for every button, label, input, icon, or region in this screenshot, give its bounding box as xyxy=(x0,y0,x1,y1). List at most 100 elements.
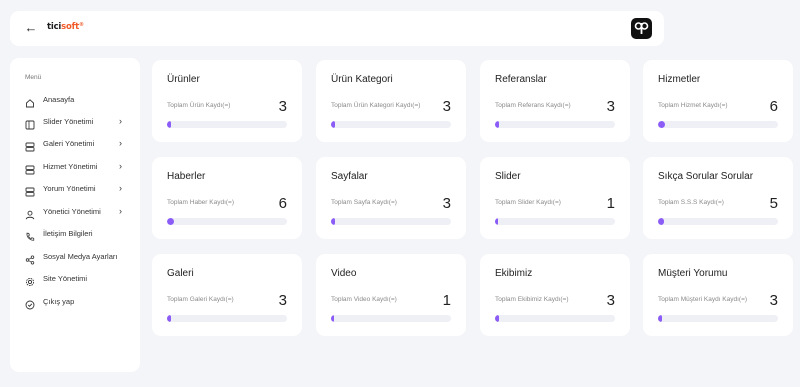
chevron-right-icon: › xyxy=(119,116,122,126)
card-subtitle: Toplam Slider Kaydı(=) xyxy=(495,199,561,206)
card-count: 1 xyxy=(606,195,615,212)
chevron-right-icon: › xyxy=(119,206,122,216)
sidebar-item-4[interactable]: Hizmet Yönetimi › xyxy=(10,159,140,175)
stat-card[interactable]: Slider Toplam Slider Kaydı(=) 1 xyxy=(480,157,630,239)
sidebar-item-10[interactable]: Çıkış yap xyxy=(10,294,140,310)
stat-card[interactable]: Video Toplam Video Kaydı(=) 1 xyxy=(316,254,466,336)
logo-registered-mark: ® xyxy=(79,22,84,28)
sidebar-item-label: Sosyal Medya Ayarları xyxy=(43,252,118,261)
sidebar: Menü Anasayfa Slider Yönetimi › Galeri Yöne… xyxy=(10,58,140,372)
card-count: 6 xyxy=(278,195,287,212)
sidebar-item-label: Yönetici Yönetimi xyxy=(43,207,101,216)
chevron-right-icon: › xyxy=(119,138,122,148)
home-icon xyxy=(25,95,35,108)
user-icon xyxy=(25,207,35,220)
progress-track xyxy=(658,218,778,225)
logo-text-part2: soft xyxy=(61,22,80,32)
progress-fill xyxy=(495,218,498,225)
card-count: 3 xyxy=(606,98,615,115)
progress-fill xyxy=(167,121,171,128)
card-title: Galeri xyxy=(167,268,194,279)
stat-card[interactable]: Hizmetler Toplam Hizmet Kaydı(=) 6 xyxy=(643,60,793,142)
card-count: 6 xyxy=(769,98,778,115)
sidebar-item-label: Anasayfa xyxy=(43,95,75,104)
card-title: Hizmetler xyxy=(658,74,701,85)
stat-card[interactable]: Sıkça Sorular Sorular Toplam S.S.S Kaydı(… xyxy=(643,157,793,239)
sidebar-item-label: Galeri Yönetimi xyxy=(43,139,95,148)
progress-track xyxy=(167,315,287,322)
card-title: Sıkça Sorular Sorular xyxy=(658,171,754,182)
card-count: 3 xyxy=(442,195,451,212)
stat-card[interactable]: Sayfalar Toplam Sayfa Kaydı(=) 3 xyxy=(316,157,466,239)
stat-card[interactable]: Galeri Toplam Galeri Kaydı(=) 3 xyxy=(152,254,302,336)
progress-track xyxy=(495,121,615,128)
progress-fill xyxy=(495,121,499,128)
gear-icon xyxy=(25,274,35,287)
sidebar-item-label: İletişim Bilgileri xyxy=(43,229,93,238)
progress-fill xyxy=(331,315,334,322)
card-title: Ürün Kategori xyxy=(331,74,393,85)
progress-fill xyxy=(167,315,171,322)
sidebar-item-8[interactable]: Sosyal Medya Ayarları xyxy=(10,249,140,265)
card-subtitle: Toplam Sayfa Kaydı(=) xyxy=(331,199,397,206)
top-bar: ← ticisoft® xyxy=(10,11,664,46)
stat-card[interactable]: Ürünler Toplam Ürün Kaydı(=) 3 xyxy=(152,60,302,142)
progress-track xyxy=(331,218,451,225)
progress-track xyxy=(167,121,287,128)
card-title: Slider xyxy=(495,171,521,182)
card-count: 3 xyxy=(606,292,615,309)
progress-fill xyxy=(658,218,664,225)
stat-card[interactable]: Haberler Toplam Haber Kaydı(=) 6 xyxy=(152,157,302,239)
card-subtitle: Toplam S.S.S Kaydı(=) xyxy=(658,199,724,206)
card-subtitle: Toplam Galeri Kaydı(=) xyxy=(167,296,234,303)
card-subtitle: Toplam Hizmet Kaydı(=) xyxy=(658,102,728,109)
sidebar-item-2[interactable]: Slider Yönetimi › xyxy=(10,114,140,130)
logo-text-part1: tici xyxy=(47,22,62,32)
card-count: 3 xyxy=(278,292,287,309)
sidebar-item-1[interactable]: Anasayfa xyxy=(10,92,140,108)
progress-track xyxy=(658,121,778,128)
back-arrow-icon[interactable]: ← xyxy=(22,19,40,37)
sidebar-item-6[interactable]: Yönetici Yönetimi › xyxy=(10,204,140,220)
card-title: Video xyxy=(331,268,357,279)
card-count: 1 xyxy=(442,292,451,309)
card-subtitle: Toplam Ekibimiz Kaydı(=) xyxy=(495,296,569,303)
progress-fill xyxy=(495,315,499,322)
progress-fill xyxy=(331,218,335,225)
card-subtitle: Toplam Video Kaydı(=) xyxy=(331,296,397,303)
progress-track xyxy=(658,315,778,322)
progress-fill xyxy=(658,121,666,128)
card-count: 3 xyxy=(278,98,287,115)
share-icon xyxy=(25,252,35,265)
comment-icon xyxy=(25,184,35,197)
ticisoft-logo[interactable]: ticisoft® xyxy=(47,22,84,32)
phone-icon xyxy=(25,229,35,241)
gallery-icon xyxy=(25,139,35,152)
progress-track xyxy=(495,315,615,322)
sidebar-item-label: Slider Yönetimi xyxy=(43,117,94,126)
card-count: 3 xyxy=(442,98,451,115)
card-title: Ürünler xyxy=(167,74,200,85)
sidebar-item-5[interactable]: Yorum Yönetimi › xyxy=(10,181,140,197)
stat-card[interactable]: Müşteri Yorumu Toplam Müşteri Kaydı Kaydı… xyxy=(643,254,793,336)
stat-card[interactable]: Ürün Kategori Toplam Ürün Kategori Kaydı(… xyxy=(316,60,466,142)
card-title: Sayfalar xyxy=(331,171,368,182)
card-subtitle: Toplam Ürün Kaydı(=) xyxy=(167,102,231,109)
sidebar-item-9[interactable]: Site Yönetimi xyxy=(10,271,140,287)
sidebar-item-7[interactable]: İletişim Bilgileri xyxy=(10,226,140,242)
chevron-right-icon: › xyxy=(119,183,122,193)
logout-icon xyxy=(25,297,35,310)
card-title: Müşteri Yorumu xyxy=(658,268,728,279)
progress-fill xyxy=(331,121,335,128)
progress-fill xyxy=(167,218,175,225)
slider-icon xyxy=(25,117,35,130)
card-title: Haberler xyxy=(167,171,206,182)
card-count: 3 xyxy=(769,292,778,309)
sidebar-item-3[interactable]: Galeri Yönetimi › xyxy=(10,136,140,152)
stat-card[interactable]: Referanslar Toplam Referans Kaydı(=) 3 xyxy=(480,60,630,142)
profile-avatar[interactable] xyxy=(631,18,652,39)
progress-track xyxy=(331,121,451,128)
card-subtitle: Toplam Ürün Kategori Kaydı(=) xyxy=(331,102,421,109)
stat-card[interactable]: Ekibimiz Toplam Ekibimiz Kaydı(=) 3 xyxy=(480,254,630,336)
card-title: Ekibimiz xyxy=(495,268,533,279)
